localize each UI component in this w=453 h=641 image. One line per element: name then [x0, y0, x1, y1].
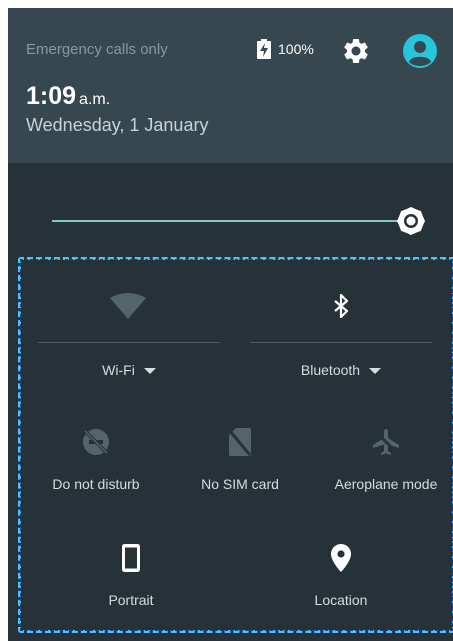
tile-location[interactable]: Location: [281, 540, 401, 610]
quick-settings-panel: Wi-Fi Bluetooth Do not disturb No SIM ca…: [18, 257, 453, 633]
tile-wifi[interactable]: Wi-Fi: [38, 284, 220, 384]
do-not-disturb-icon: [83, 429, 109, 455]
wifi-icon: [110, 293, 146, 319]
phone-portrait-icon: [122, 544, 140, 572]
chevron-down-icon[interactable]: [369, 368, 382, 375]
tile-do-not-disturb[interactable]: Do not disturb: [31, 426, 161, 496]
gear-icon[interactable]: [341, 36, 371, 66]
clock-time[interactable]: 1:09 a.m.: [26, 82, 110, 111]
tile-portrait-label: Portrait: [108, 592, 154, 608]
battery-status[interactable]: 100%: [257, 39, 314, 59]
tile-no-sim-card[interactable]: No SIM card: [180, 426, 300, 496]
brightness-icon[interactable]: [396, 206, 426, 236]
carrier-status-text: Emergency calls only: [26, 41, 168, 58]
chevron-down-icon[interactable]: [143, 368, 156, 375]
tile-bluetooth-divider: [250, 342, 432, 343]
tile-location-label: Location: [314, 592, 368, 608]
tile-aeroplane-label: Aeroplane mode: [334, 476, 438, 492]
tile-dnd-label: Do not disturb: [52, 476, 140, 492]
tile-bluetooth-label: Bluetooth: [300, 362, 361, 378]
clock-date[interactable]: Wednesday, 1 January: [26, 115, 208, 136]
tile-wifi-label: Wi-Fi: [102, 362, 135, 378]
no-sim-icon: [229, 428, 251, 456]
brightness-track[interactable]: [52, 220, 408, 222]
battery-charging-icon: [257, 39, 271, 59]
tile-portrait[interactable]: Portrait: [71, 540, 191, 610]
battery-percent: 100%: [278, 41, 314, 57]
tile-bluetooth[interactable]: Bluetooth: [250, 284, 432, 384]
status-header: Emergency calls only 100% 1:09 a.m. Wedne…: [8, 8, 453, 163]
tile-bluetooth-label-row[interactable]: Bluetooth: [250, 362, 432, 378]
quick-settings-screen: Emergency calls only 100% 1:09 a.m. Wedne…: [8, 8, 453, 641]
tile-sim-label: No SIM card: [201, 476, 279, 492]
account-circle-icon[interactable]: [403, 34, 437, 68]
clock-time-suffix: a.m.: [79, 91, 111, 108]
location-pin-icon: [331, 544, 351, 572]
bluetooth-icon: [334, 294, 349, 318]
tile-aeroplane-mode[interactable]: Aeroplane mode: [321, 426, 451, 496]
airplane-icon: [373, 429, 399, 455]
tile-wifi-divider: [38, 342, 220, 343]
clock-time-value: 1:09: [26, 82, 77, 110]
tile-wifi-label-row[interactable]: Wi-Fi: [38, 362, 220, 378]
